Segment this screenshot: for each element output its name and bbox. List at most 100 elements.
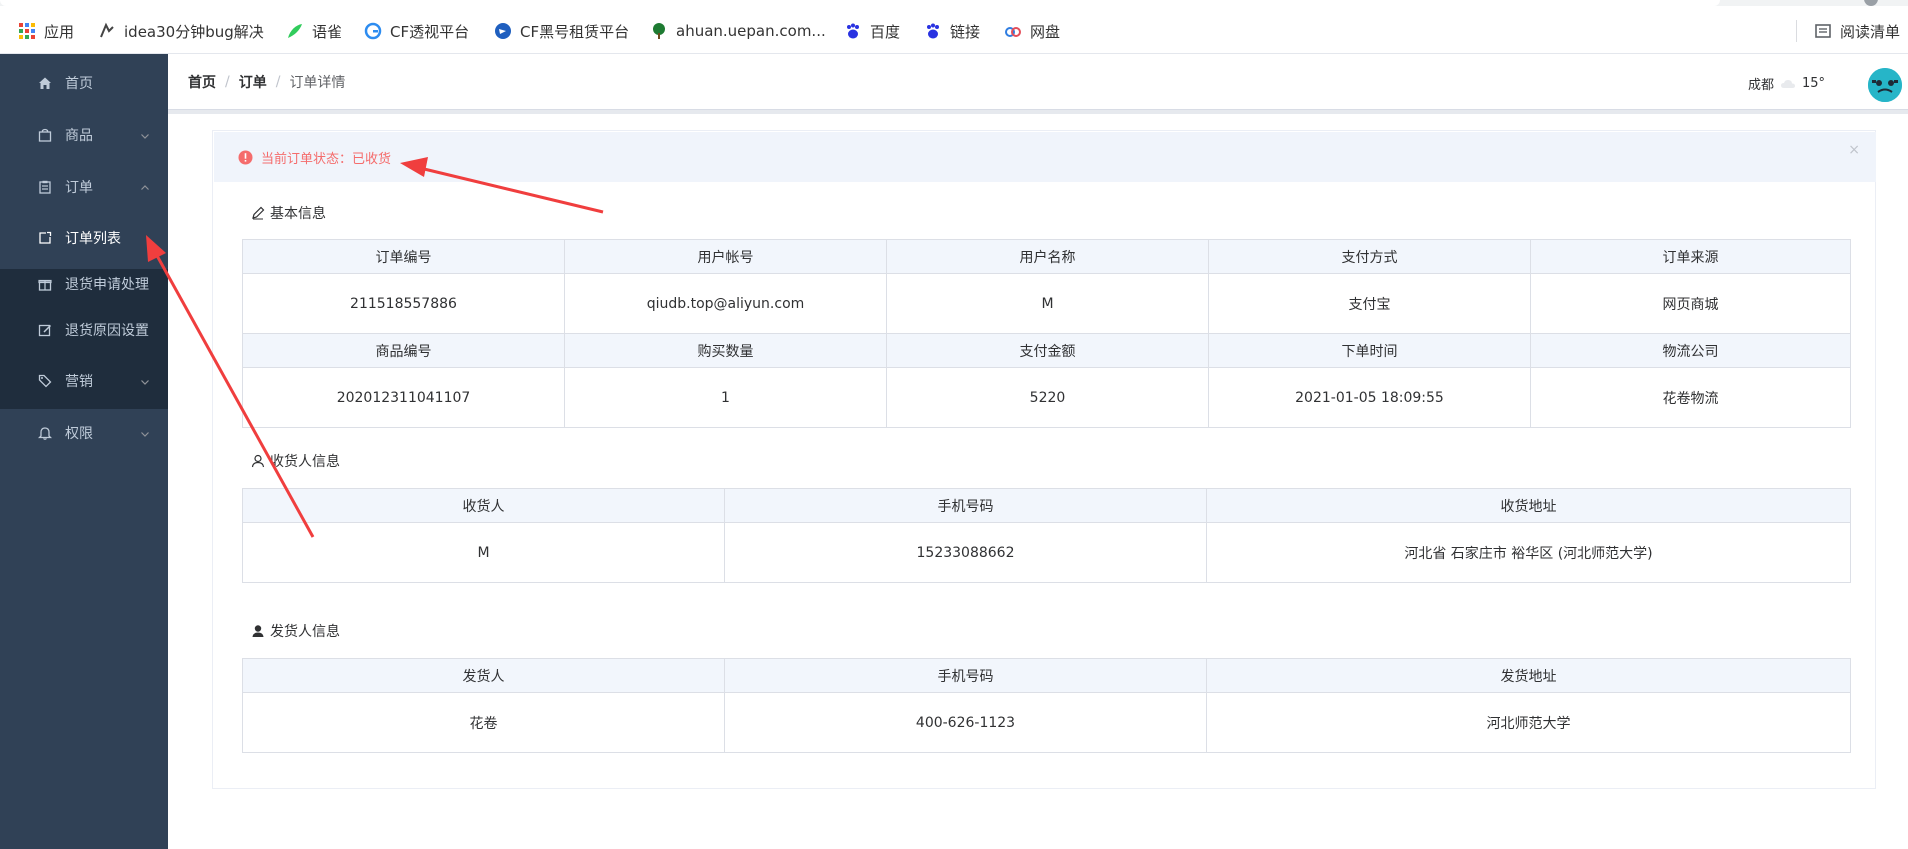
- table-header-cell: 订单来源: [1530, 239, 1851, 274]
- logistics-company: 花卷物流: [1530, 367, 1851, 428]
- weather-widget: 成都 15°: [1748, 74, 1825, 93]
- order-status-text: 当前订单状态：已收货: [261, 151, 392, 167]
- section-title-text: 基本信息: [270, 206, 326, 222]
- table-header-cell: 支付金额: [886, 333, 1209, 368]
- cf-logo-icon: [364, 22, 382, 40]
- bookmark-cf-rent[interactable]: CF黑号租赁平台: [494, 20, 629, 42]
- product-number: 202012311041107: [242, 367, 565, 428]
- reading-list-button[interactable]: 阅读清单: [1814, 20, 1900, 42]
- cloud-icon: [1780, 78, 1796, 90]
- table-header-cell: 收货地址: [1206, 488, 1851, 523]
- order-source: 网页商城: [1530, 273, 1851, 334]
- table-header-cell: 手机号码: [724, 488, 1207, 523]
- home-icon: [37, 75, 53, 91]
- table-header-row: 发货人 手机号码 发货地址: [242, 658, 1851, 693]
- chevron-down-icon: [140, 375, 152, 387]
- bookmark-label: 链接: [950, 22, 981, 41]
- bookmark-yuque[interactable]: 语雀: [286, 20, 342, 42]
- baidu-paw-icon: [924, 22, 942, 40]
- weather-temp: 15°: [1802, 76, 1826, 91]
- sidebar-subitem-return-apply[interactable]: 退货申请处理: [0, 261, 168, 307]
- browser-top-edge: [0, 0, 1908, 6]
- receiver-info-table: 收货人 手机号码 收货地址 M 15233088662 河北省 石家庄市 裕华区…: [242, 488, 1851, 583]
- sidebar-item-label: 营销: [65, 374, 93, 390]
- user-account: qiudb.top@aliyun.com: [564, 273, 887, 334]
- breadcrumb-home[interactable]: 首页: [188, 72, 216, 92]
- shopping-bag-icon: [37, 127, 53, 143]
- breadcrumb-current: 订单详情: [289, 75, 346, 91]
- bookmark-label: CF黑号租赁平台: [520, 22, 630, 41]
- table-header-cell: 商品编号: [242, 333, 565, 368]
- tag-icon: [37, 373, 53, 389]
- order-number: 211518557886: [242, 273, 565, 334]
- sidebar-subitem-label: 退货原因设置: [65, 323, 149, 339]
- clipboard-icon: [37, 179, 53, 195]
- sidebar-subitem-return-reason[interactable]: 退货原因设置: [0, 307, 168, 353]
- sidebar-item-permissions[interactable]: 权限: [0, 407, 168, 459]
- table-row: 202012311041107 1 5220 2021-01-05 18:09:…: [242, 367, 1851, 428]
- receiver-name: M: [242, 522, 725, 583]
- top-navbar: 首页 / 订单 / 订单详情 成都 15°: [168, 54, 1908, 110]
- section-title-text: 收货人信息: [270, 454, 340, 470]
- sidebar-item-orders[interactable]: 订单: [0, 161, 168, 213]
- yuque-icon: [286, 22, 304, 40]
- receiver-phone: 15233088662: [724, 522, 1207, 583]
- table-row: M 15233088662 河北省 石家庄市 裕华区 (河北师范大学): [242, 522, 1851, 583]
- edit-pen-icon: [251, 206, 265, 220]
- bookmark-cf-perspective[interactable]: CF透视平台: [364, 20, 469, 42]
- sidebar-subitem-label: 订单列表: [65, 231, 121, 247]
- reading-list-label: 阅读清单: [1840, 22, 1901, 41]
- user-name: M: [886, 273, 1209, 334]
- sender-address: 河北师范大学: [1206, 692, 1851, 753]
- table-header-cell: 购买数量: [564, 333, 887, 368]
- bell-icon: [37, 425, 53, 441]
- apps-grid-icon: [18, 22, 36, 40]
- sidebar-item-marketing[interactable]: 营销: [0, 355, 168, 407]
- bookmarks-bar: 应用 idea30分钟bug解决 语雀 CF透视平台 CF黑号租赁平台 ahua…: [0, 0, 1908, 54]
- navbar-shadow: [168, 110, 1908, 114]
- receiver-address: 河北省 石家庄市 裕华区 (河北师范大学): [1206, 522, 1851, 583]
- sidebar-subitem-order-list[interactable]: 订单列表: [0, 215, 168, 261]
- section-title-text: 发货人信息: [270, 624, 340, 640]
- table-header-cell: 物流公司: [1530, 333, 1851, 368]
- bookmark-divider: [1796, 20, 1797, 42]
- sender-phone: 400-626-1123: [724, 692, 1207, 753]
- bird-icon: [494, 22, 512, 40]
- user-outline-icon: [251, 454, 265, 468]
- purchase-quantity: 1: [564, 367, 887, 428]
- bookmark-label: ahuan.uepan.com...: [676, 22, 826, 40]
- sender-info-title: 发货人信息: [251, 621, 340, 641]
- bookmark-link[interactable]: 链接: [924, 20, 980, 42]
- sidebar-item-home[interactable]: 首页: [0, 57, 168, 109]
- sidebar-item-label: 权限: [65, 426, 93, 442]
- table-header-row: 订单编号 用户帐号 用户名称 支付方式 订单来源: [242, 239, 1851, 274]
- gift-icon: [37, 276, 53, 292]
- bookmark-idea[interactable]: idea30分钟bug解决: [98, 20, 264, 42]
- reading-list-icon: [1814, 22, 1832, 40]
- basic-info-table: 订单编号 用户帐号 用户名称 支付方式 订单来源 211518557886 qi…: [242, 239, 1851, 428]
- breadcrumb-separator: /: [225, 74, 230, 90]
- sender-info-table: 发货人 手机号码 发货地址 花卷 400-626-1123 河北师范大学: [242, 658, 1851, 753]
- warning-circle-icon: [238, 150, 253, 165]
- bookmark-label: 百度: [870, 22, 901, 41]
- table-header-row: 商品编号 购买数量 支付金额 下单时间 物流公司: [242, 333, 1851, 368]
- chevron-down-icon: [140, 129, 152, 141]
- bookmark-ahuan[interactable]: ahuan.uepan.com...: [650, 20, 826, 42]
- chevron-up-icon: [140, 181, 152, 193]
- table-header-cell: 支付方式: [1208, 239, 1531, 274]
- receiver-info-title: 收货人信息: [251, 451, 340, 471]
- close-icon[interactable]: ×: [1848, 142, 1860, 158]
- external-icon: [37, 230, 53, 246]
- bookmark-label: 网盘: [1030, 22, 1061, 41]
- table-row: 211518557886 qiudb.top@aliyun.com M 支付宝 …: [242, 273, 1851, 334]
- avatar[interactable]: [1868, 68, 1902, 102]
- bookmark-apps[interactable]: 应用: [18, 20, 74, 42]
- sidebar: 首页 商品 订单 订单列表 退货申请处理 退货原因设置 营销 权限: [0, 54, 168, 849]
- bookmark-baidu[interactable]: 百度: [844, 20, 900, 42]
- breadcrumb-orders[interactable]: 订单: [239, 72, 267, 92]
- bookmark-netdisk[interactable]: 网盘: [1004, 20, 1060, 42]
- sidebar-item-goods[interactable]: 商品: [0, 109, 168, 161]
- payment-method: 支付宝: [1208, 273, 1531, 334]
- chevron-down-icon: [140, 427, 152, 439]
- sidebar-item-label: 商品: [65, 128, 93, 144]
